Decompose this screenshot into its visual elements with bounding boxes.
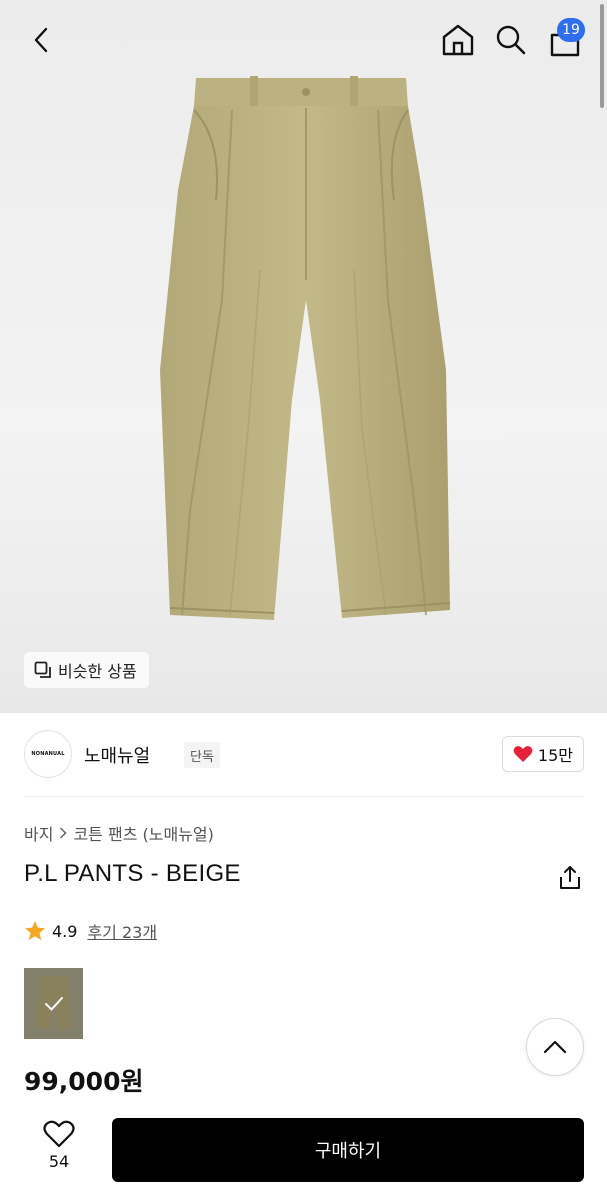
search-button[interactable] [491, 20, 531, 60]
breadcrumb-item[interactable]: 코튼 팬츠 (노매뉴얼) [73, 821, 213, 845]
chevron-right-icon [60, 827, 68, 839]
similar-products-button[interactable]: 비슷한 상품 [24, 652, 149, 688]
top-navigation-bar: 19 [0, 0, 607, 80]
brand-like-count: 15만 [537, 746, 573, 765]
exclusive-badge: 단독 [184, 742, 220, 768]
copy-icon [34, 661, 51, 678]
brand-row: NONANUAL 노매뉴얼 단독 15만 [24, 730, 584, 778]
wishlist-button[interactable]: 54 [30, 1120, 88, 1180]
chevron-left-icon [34, 27, 48, 53]
product-image [160, 76, 451, 620]
price: 99,000원 [24, 1067, 144, 1096]
similar-products-label: 비슷한 상품 [58, 662, 137, 681]
share-icon [560, 866, 580, 889]
brand-logo[interactable]: NONANUAL [24, 730, 72, 778]
breadcrumb-item[interactable]: 바지 [24, 821, 53, 845]
divider [24, 796, 584, 797]
brand-logo-text: NONANUAL [31, 751, 65, 757]
reviews-link[interactable]: 후기 23개 [87, 919, 157, 943]
bottom-action-bar: 54 구매하기 [0, 1106, 607, 1200]
share-button[interactable] [556, 864, 584, 892]
chevron-up-icon [543, 1040, 567, 1054]
heart-filled-icon [513, 746, 533, 762]
cart-count-badge: 19 [557, 18, 585, 42]
brand-name[interactable]: 노매뉴얼 [84, 742, 150, 768]
star-icon [25, 921, 45, 940]
rating-row: 4.9 후기 23개 [24, 918, 157, 944]
check-icon [44, 996, 63, 1010]
scroll-to-top-button[interactable] [526, 1018, 584, 1076]
color-option-thumbnail[interactable] [24, 968, 83, 1039]
search-icon [496, 25, 526, 55]
home-button[interactable] [438, 20, 478, 60]
rating-value: 4.9 [52, 921, 78, 941]
heart-outline-icon [43, 1120, 75, 1148]
home-icon [442, 24, 474, 56]
brand-like-button[interactable]: 15만 [501, 736, 584, 772]
breadcrumb: 바지 코튼 팬츠 (노매뉴얼) [24, 821, 214, 845]
product-title: P.L PANTS - BEIGE [24, 860, 241, 887]
buy-button[interactable]: 구매하기 [112, 1118, 584, 1182]
back-button[interactable] [24, 22, 60, 58]
product-image-area[interactable]: 19 비슷한 상품 [0, 0, 607, 713]
wishlist-count: 54 [48, 1152, 70, 1171]
selected-overlay [24, 968, 83, 1039]
